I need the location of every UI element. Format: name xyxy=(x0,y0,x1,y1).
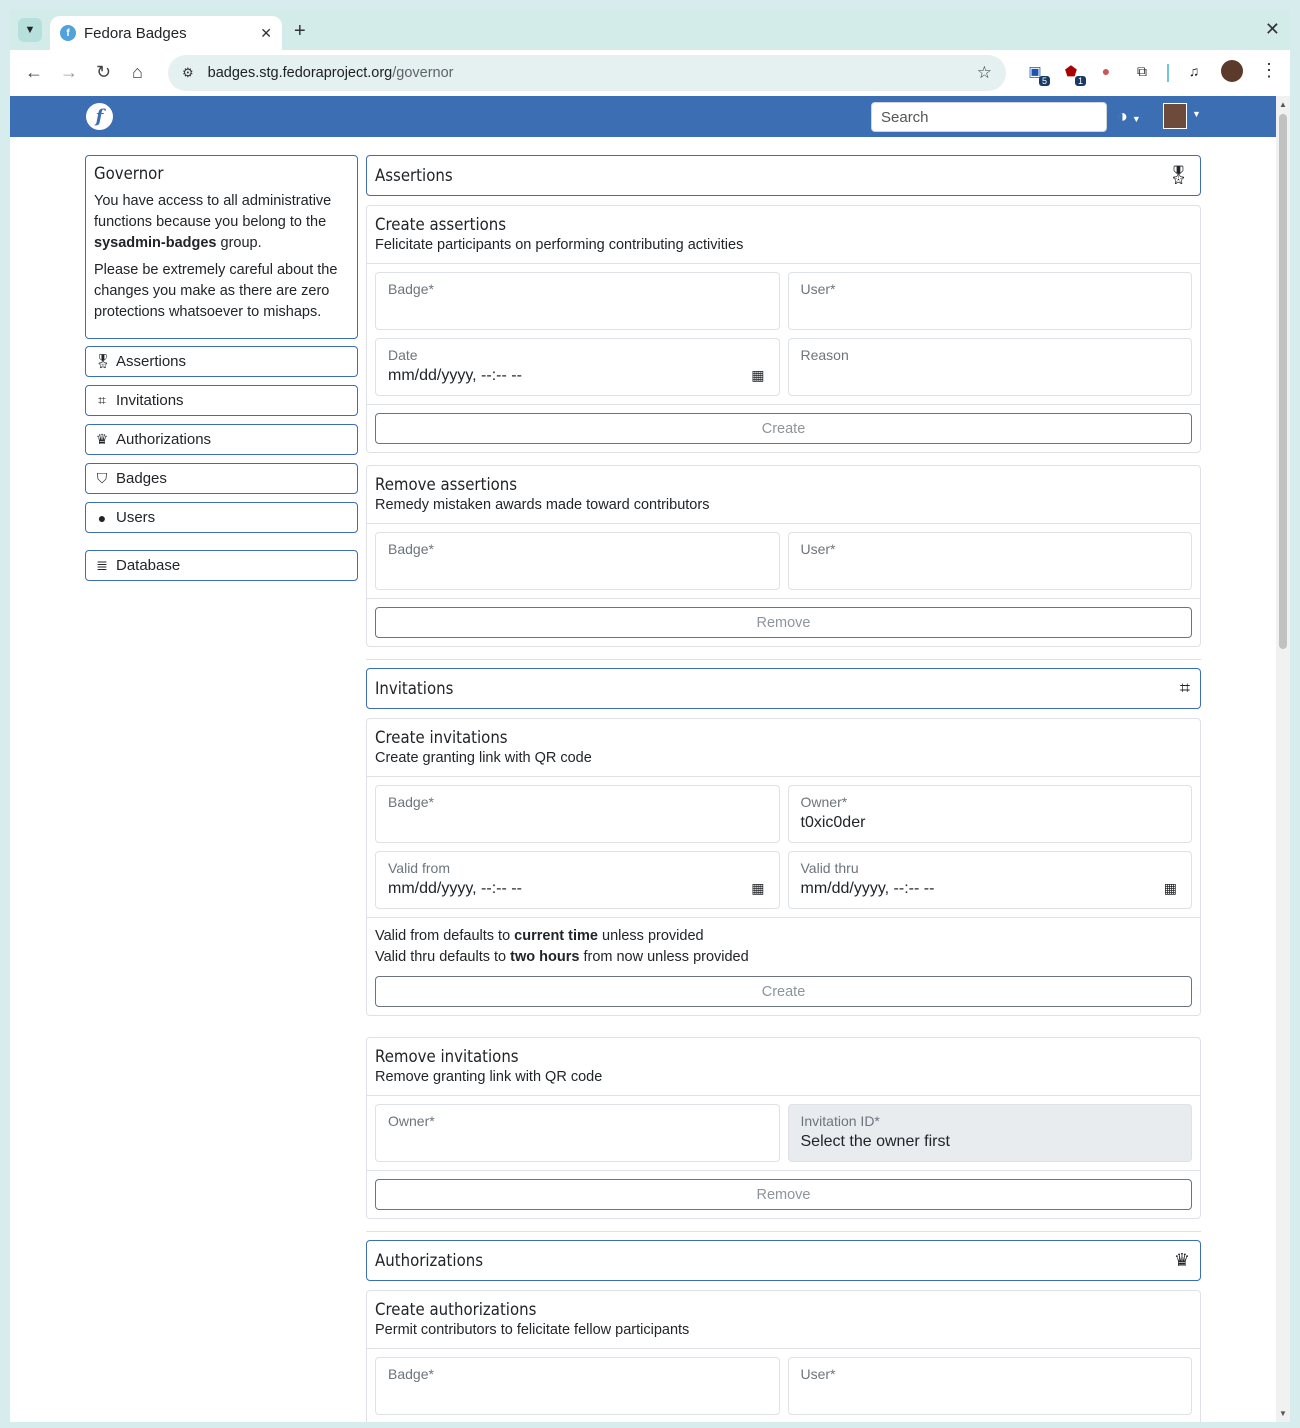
user-circle-icon: ● xyxy=(97,509,107,526)
page-content: f ◑▼ ▼ Governor You have access to all a… xyxy=(10,96,1276,1422)
authorizations-section-header: Authorizations ♛ xyxy=(366,1240,1201,1281)
url-text: badges.stg.fedoraproject.org/governor xyxy=(207,65,454,81)
card-subtitle: Remove granting link with QR code xyxy=(375,1069,603,1085)
user-menu-caret-icon[interactable]: ▼ xyxy=(1192,109,1201,119)
date-field[interactable]: Date mm/dd/yyyy, --:-- -- ▦ xyxy=(375,338,780,396)
forward-icon[interactable]: → xyxy=(60,62,78,83)
site-navbar: f ◑▼ ▼ xyxy=(10,96,1276,137)
sidebar-item-authorizations[interactable]: ♛ Authorizations xyxy=(85,424,358,455)
extension-icon[interactable]: ▣ 5 xyxy=(1024,60,1050,86)
reason-field[interactable]: Reason xyxy=(787,338,1192,396)
create-invitations-card: Create invitations Create granting link … xyxy=(366,718,1201,1016)
card-subtitle: Felicitate participants on performing co… xyxy=(375,237,744,253)
crown-icon: ♛ xyxy=(1173,1250,1190,1270)
tab-search-dropdown-icon[interactable]: ▼ xyxy=(18,18,42,42)
valid-thru-field[interactable]: Valid thru mm/dd/yyyy, --:-- -- ▦ xyxy=(787,851,1192,909)
user-field[interactable]: User* xyxy=(787,272,1192,330)
valid-from-field[interactable]: Valid from mm/dd/yyyy, --:-- -- ▦ xyxy=(375,851,780,909)
window-close-icon[interactable]: ✕ xyxy=(1265,19,1280,40)
search-input[interactable] xyxy=(871,102,1107,132)
badge-field[interactable]: Badge* xyxy=(375,1357,780,1415)
remove-assertions-card: Remove assertions Remedy mistaken awards… xyxy=(366,465,1201,647)
medal-icon: 🎖 xyxy=(1167,165,1190,185)
page-scrollbar[interactable]: ▲ ▼ xyxy=(1276,96,1290,1422)
governor-info-card: Governor You have access to all administ… xyxy=(85,155,358,339)
card-title: Remove invitations xyxy=(375,1047,519,1067)
create-assertion-button[interactable]: Create xyxy=(375,413,1192,444)
tab-strip: ▼ f Fedora Badges ✕ + ✕ xyxy=(10,10,1290,50)
user-avatar[interactable] xyxy=(1163,103,1187,129)
shield-star-icon: ⛉ xyxy=(96,470,108,486)
calendar-icon[interactable]: ▦ xyxy=(1164,880,1177,897)
owner-field[interactable]: Owner* t0xic0der xyxy=(787,785,1192,843)
browser-tab[interactable]: f Fedora Badges ✕ xyxy=(50,16,282,50)
remove-invitation-button[interactable]: Remove xyxy=(375,1179,1192,1210)
medal-icon: 🎖 xyxy=(94,353,112,369)
governor-warning-text: Please be extremely careful about the ch… xyxy=(94,262,338,320)
qr-icon: ⌗ xyxy=(1179,678,1190,698)
invitation-id-select: Invitation ID* Select the owner first xyxy=(787,1104,1192,1162)
extension-face-icon[interactable]: ● xyxy=(1095,60,1117,82)
badge-field[interactable]: Badge* xyxy=(375,272,780,330)
sidebar-item-database[interactable]: ≣ Database xyxy=(85,550,358,581)
badge-field[interactable]: Badge* xyxy=(375,785,780,843)
fedora-favicon-icon: f xyxy=(60,25,76,41)
card-title: Create assertions xyxy=(375,215,507,235)
extensions-puzzle-icon[interactable]: ⧉ xyxy=(1131,60,1153,82)
home-icon[interactable]: ⌂ xyxy=(132,62,143,83)
scroll-down-icon[interactable]: ▼ xyxy=(1279,1409,1287,1418)
card-title: Create invitations xyxy=(375,728,508,748)
reload-icon[interactable]: ↻ xyxy=(96,62,111,83)
site-info-icon[interactable]: ⚙ xyxy=(182,65,194,81)
bookmark-star-icon[interactable]: ☆ xyxy=(977,63,992,83)
ublock-icon[interactable]: ⬟ 1 xyxy=(1060,60,1086,86)
qr-icon: ⌗ xyxy=(98,392,106,408)
governor-title: Governor xyxy=(94,164,164,184)
invitations-section-header: Invitations ⌗ xyxy=(366,668,1201,709)
browser-window: ▼ f Fedora Badges ✕ + ✕ ← → ↻ ⌂ ⚙ badges… xyxy=(10,10,1290,1422)
sidebar-item-invitations[interactable]: ⌗ Invitations xyxy=(85,385,358,416)
database-icon: ≣ xyxy=(96,557,108,573)
badge-field[interactable]: Badge* xyxy=(375,532,780,590)
profile-avatar[interactable] xyxy=(1221,60,1243,82)
theme-toggle-icon[interactable]: ◑ ▼ xyxy=(1117,106,1141,127)
address-bar[interactable]: ⚙ badges.stg.fedoraproject.org/governor … xyxy=(168,55,1006,91)
fedora-logo-icon[interactable]: f xyxy=(86,103,113,130)
card-subtitle: Create granting link with QR code xyxy=(375,750,592,766)
remove-assertion-button[interactable]: Remove xyxy=(375,607,1192,638)
scrollbar-thumb[interactable] xyxy=(1279,114,1287,649)
section-divider xyxy=(366,659,1201,660)
owner-field[interactable]: Owner* xyxy=(375,1104,780,1162)
scroll-up-icon[interactable]: ▲ xyxy=(1279,100,1287,109)
invitation-defaults-note: Valid from defaults to current time unle… xyxy=(367,917,1200,976)
back-icon[interactable]: ← xyxy=(25,62,43,83)
remove-invitations-card: Remove invitations Remove granting link … xyxy=(366,1037,1201,1219)
user-field[interactable]: User* xyxy=(787,1357,1192,1415)
user-field[interactable]: User* xyxy=(787,532,1192,590)
section-divider xyxy=(366,1231,1201,1232)
browser-toolbar: ← → ↻ ⌂ ⚙ badges.stg.fedoraproject.org/g… xyxy=(10,50,1290,96)
tab-close-icon[interactable]: ✕ xyxy=(260,25,272,42)
sidebar-item-assertions[interactable]: 🎖 Assertions xyxy=(85,346,358,377)
sidebar-item-users[interactable]: ● Users xyxy=(85,502,358,533)
governor-access-text: You have access to all administrative fu… xyxy=(94,193,332,251)
tab-title: Fedora Badges xyxy=(84,24,187,42)
toolbar-separator xyxy=(1167,64,1169,82)
create-authorizations-card: Create authorizations Permit contributor… xyxy=(366,1290,1201,1422)
calendar-icon[interactable]: ▦ xyxy=(751,880,764,897)
assertions-section-header: Assertions 🎖 xyxy=(366,155,1201,196)
create-assertions-card: Create assertions Felicitate participant… xyxy=(366,205,1201,453)
card-title: Create authorizations xyxy=(375,1300,537,1320)
browser-menu-icon[interactable]: ⋮ xyxy=(1260,60,1278,81)
card-title: Remove assertions xyxy=(375,475,518,495)
crown-icon: ♛ xyxy=(95,431,109,447)
create-invitation-button[interactable]: Create xyxy=(375,976,1192,1007)
card-subtitle: Remedy mistaken awards made toward contr… xyxy=(375,497,710,513)
sidebar-item-badges[interactable]: ⛉ Badges xyxy=(85,463,358,494)
new-tab-icon[interactable]: + xyxy=(294,20,306,43)
card-subtitle: Permit contributors to felicitate fellow… xyxy=(375,1322,690,1338)
media-control-icon[interactable]: ♫ xyxy=(1183,60,1205,82)
calendar-icon[interactable]: ▦ xyxy=(751,367,764,384)
